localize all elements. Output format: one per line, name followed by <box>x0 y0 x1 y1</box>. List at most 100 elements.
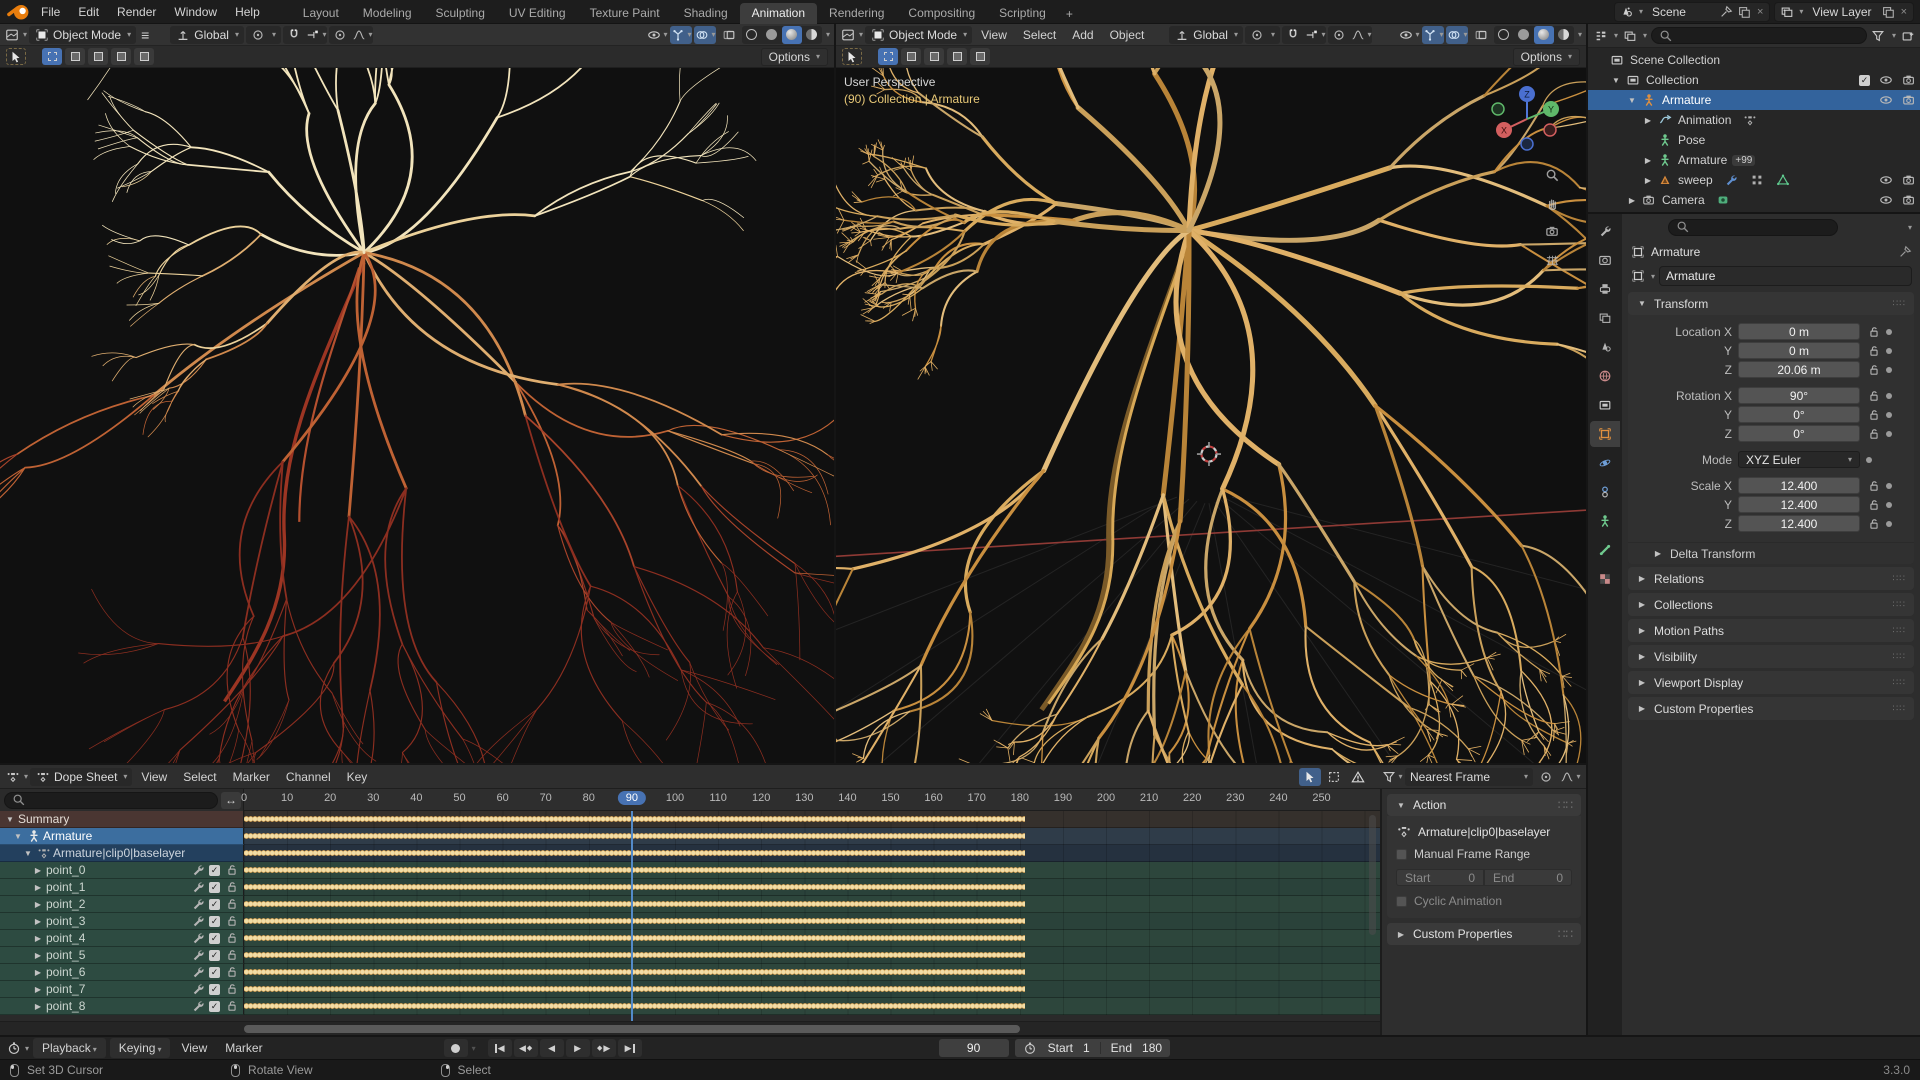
channel-enable-checkbox[interactable]: ✓ <box>209 949 220 961</box>
properties-tab-constraints[interactable] <box>1590 479 1620 505</box>
transform-value-field[interactable]: 12.400 <box>1738 477 1860 494</box>
lock-icon[interactable] <box>1866 343 1881 358</box>
snap-mode-dropdown[interactable]: Nearest Frame ▾ <box>1405 767 1533 786</box>
expand-icon[interactable]: ▶ <box>32 866 44 875</box>
channel-lock-icon[interactable] <box>224 965 239 980</box>
channel-keyframe-strip[interactable] <box>244 896 1380 913</box>
channel-lock-icon[interactable] <box>224 948 239 963</box>
modifier-icon[interactable] <box>190 965 205 980</box>
grid-ortho-icon[interactable] <box>1545 252 1560 267</box>
object-mode-dropdown[interactable]: Object Mode ▾ <box>29 25 137 44</box>
expand-width-button[interactable]: ↔ <box>221 791 241 809</box>
close-icon[interactable]: × <box>1755 6 1765 18</box>
channel-enable-checkbox[interactable]: ✓ <box>209 966 220 978</box>
animate-dot[interactable] <box>1886 520 1892 527</box>
tab-rendering[interactable]: Rendering <box>817 3 896 24</box>
channel-label[interactable]: ▼ Armature|clip0|baselayer <box>0 845 244 862</box>
next-keyframe-button[interactable]: ◆ ▶ <box>591 1039 616 1057</box>
select-mode-1-button[interactable] <box>65 48 85 65</box>
channel-label[interactable]: ▶ point_0 ✓ <box>0 862 244 879</box>
box-select-button[interactable] <box>1323 768 1345 786</box>
properties-tab-view-layer[interactable] <box>1590 305 1620 331</box>
expand-icon[interactable]: ▼ <box>12 832 24 841</box>
menu-file[interactable]: File <box>32 2 69 22</box>
lock-icon[interactable] <box>1866 407 1881 422</box>
properties-tab-bone[interactable] <box>1590 537 1620 563</box>
visibility-dropdown[interactable]: ▾ <box>646 26 668 44</box>
lock-icon[interactable] <box>1866 478 1881 493</box>
channel-keyframe-strip[interactable] <box>244 964 1380 981</box>
transform-panel-header[interactable]: ▼ Transform ∷∷ <box>1628 292 1914 315</box>
transform-value-field[interactable]: 12.400 <box>1738 515 1860 532</box>
outliner-row-armature[interactable]: ▶ Armature +99 <box>1588 150 1920 170</box>
lock-icon[interactable] <box>1866 388 1881 403</box>
animate-dot[interactable] <box>1886 366 1892 373</box>
chevron-down-icon[interactable]: ▾ <box>1908 223 1912 232</box>
panel-drag-dots[interactable]: ∷∷ <box>1558 798 1573 812</box>
expand-icon[interactable]: ▶ <box>1642 156 1654 165</box>
channel-keyframe-strip[interactable] <box>244 828 1380 845</box>
panel-drag-dots[interactable]: ∷∷ <box>1893 573 1906 584</box>
properties-tab-object-data[interactable] <box>1590 508 1620 534</box>
zoom-icon[interactable] <box>1545 168 1560 183</box>
chevron-down-icon[interactable]: ▾ <box>1643 31 1647 40</box>
proportional-falloff-dropdown[interactable]: ▾ <box>1350 26 1372 44</box>
viewport-left-canvas[interactable] <box>0 68 834 763</box>
viewport-options-button[interactable]: Options ▾ <box>760 47 828 66</box>
outliner-row-scene-collection[interactable]: Scene Collection <box>1588 50 1920 70</box>
outliner-row-camera[interactable]: ▶ Camera <box>1588 190 1920 210</box>
modifier-icon[interactable] <box>190 863 205 878</box>
select-mode-1-button[interactable] <box>901 48 921 65</box>
vertical-scrollbar[interactable] <box>1369 815 1376 935</box>
range-end-field[interactable]: End 0 <box>1484 869 1572 886</box>
viewport-editor-icon[interactable] <box>4 27 19 42</box>
channel-label[interactable]: ▶ point_7 ✓ <box>0 981 244 998</box>
active-tool-button[interactable] <box>6 48 26 65</box>
play-reverse-button[interactable]: ◀ <box>539 1039 564 1057</box>
lock-icon[interactable] <box>1866 516 1881 531</box>
playhead-line[interactable] <box>630 811 633 1035</box>
panel-header[interactable]: ▶ Relations ∷∷ <box>1628 567 1914 590</box>
timeline-menu-playback[interactable]: Playback ▾ <box>33 1038 106 1058</box>
channel-keyframe-strip[interactable] <box>244 981 1380 998</box>
tweak-select-button[interactable] <box>1299 767 1321 786</box>
lock-icon[interactable] <box>1866 426 1881 441</box>
panel-header[interactable]: ▶ Motion Paths ∷∷ <box>1628 619 1914 642</box>
snap-magnet-toggle[interactable] <box>283 26 305 44</box>
navigation-gizmo[interactable]: Z X Y <box>1490 82 1564 156</box>
expand-icon[interactable]: ▶ <box>32 883 44 892</box>
expand-icon[interactable]: ▶ <box>32 934 44 943</box>
tab-layout[interactable]: Layout <box>291 3 351 24</box>
channel-keyframe-strip[interactable] <box>244 913 1380 930</box>
hide-eye-toggle[interactable] <box>1878 73 1893 88</box>
lock-icon[interactable] <box>1866 362 1881 377</box>
outliner-row-animation[interactable]: ▶ Animation <box>1588 110 1920 130</box>
pivot-point-dropdown[interactable]: ▾ <box>245 25 281 44</box>
channel-keyframe-strip[interactable] <box>244 862 1380 879</box>
properties-tab-world[interactable] <box>1590 363 1620 389</box>
modifier-icon[interactable] <box>190 999 205 1014</box>
transform-orientation-dropdown[interactable]: Global ▾ <box>170 25 244 44</box>
dopesheet-menu-marker[interactable]: Marker <box>226 770 277 784</box>
viewport-menu-select[interactable]: Select <box>1016 28 1063 42</box>
channel-search-input[interactable] <box>4 791 218 809</box>
scene-name[interactable]: Scene <box>1646 5 1716 19</box>
custom-properties-panel-header[interactable]: ▶ Custom Properties ∷∷ <box>1387 923 1581 945</box>
panel-drag-dots[interactable]: ∷∷ <box>1558 927 1573 941</box>
dopesheet-menu-key[interactable]: Key <box>340 770 375 784</box>
tab-modeling[interactable]: Modeling <box>351 3 424 24</box>
blender-logo-icon[interactable] <box>6 0 32 23</box>
cyclic-animation-checkbox[interactable] <box>1396 895 1407 907</box>
panel-drag-dots[interactable]: ∷∷ <box>1893 703 1906 714</box>
shading-solid-button[interactable] <box>762 26 782 44</box>
transform-value-field[interactable]: 20.06 m <box>1738 361 1860 378</box>
expand-icon[interactable]: ▶ <box>32 985 44 994</box>
tab-shading[interactable]: Shading <box>672 3 740 24</box>
filter-icon[interactable] <box>1871 28 1886 43</box>
add-workspace-button[interactable]: + <box>1058 4 1081 24</box>
channel-label[interactable]: ▶ point_5 ✓ <box>0 947 244 964</box>
animate-dot[interactable] <box>1886 411 1892 418</box>
tab-texture-paint[interactable]: Texture Paint <box>578 3 672 24</box>
channel-label[interactable]: ▼ Armature <box>0 828 244 845</box>
xray-toggle[interactable] <box>718 26 740 44</box>
